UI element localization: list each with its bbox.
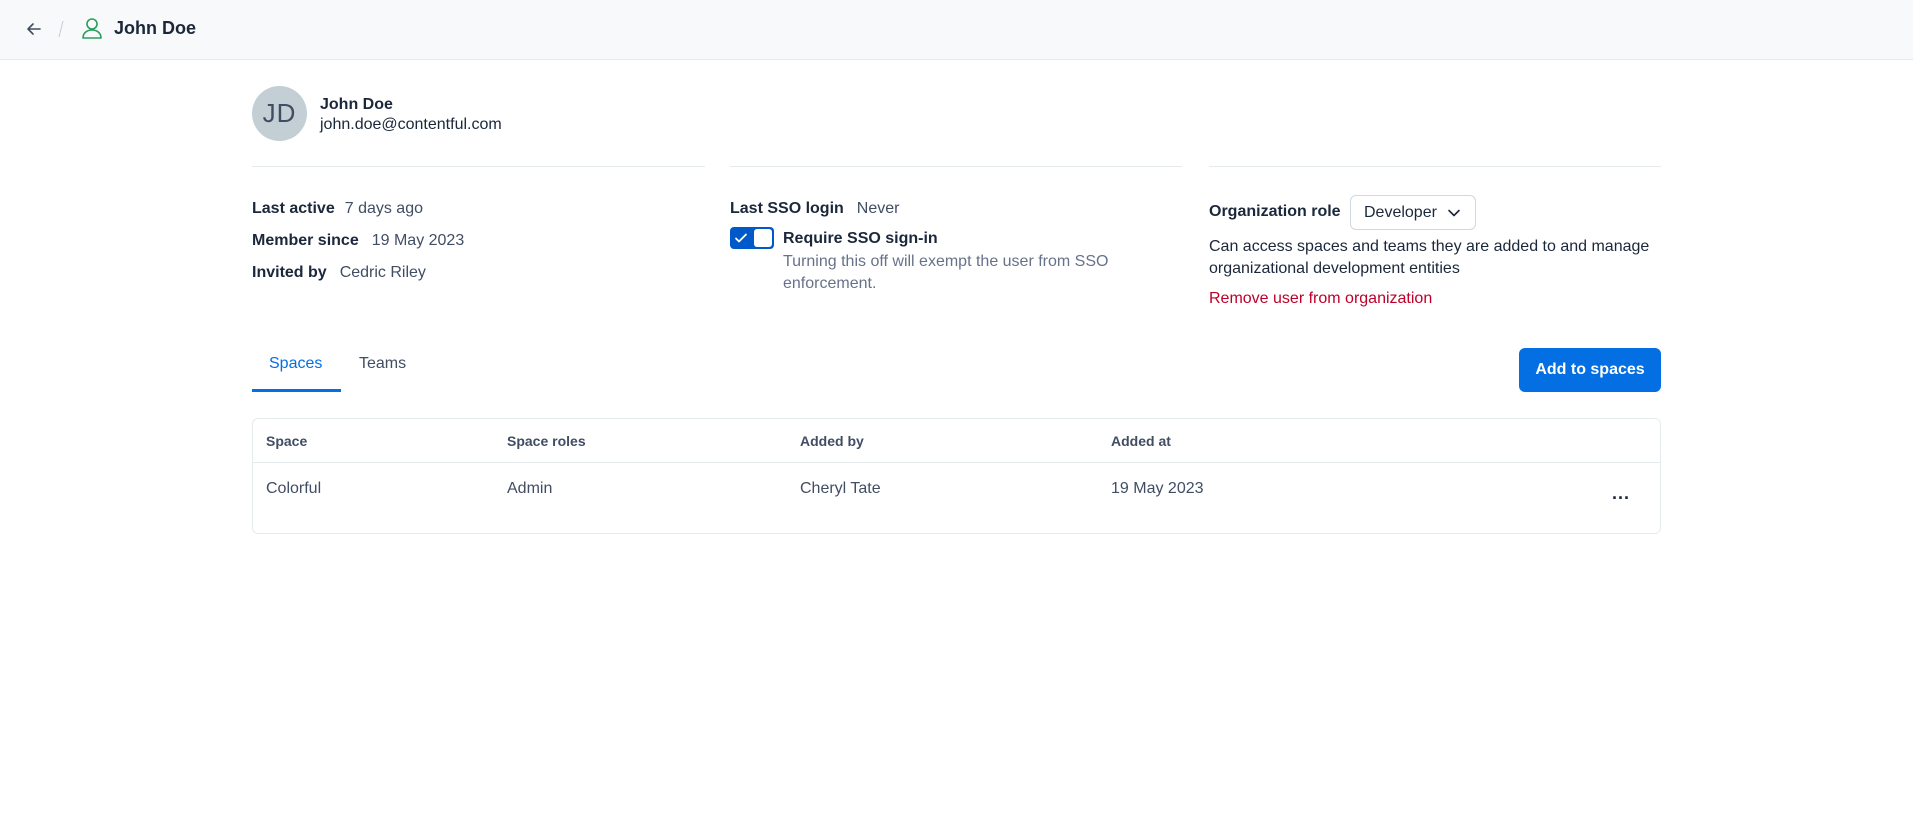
cell-space-role: Admin (507, 480, 553, 497)
last-sso-login-row: Last SSO login Never (730, 199, 899, 219)
add-to-spaces-button[interactable]: Add to spaces (1519, 348, 1661, 392)
invited-by-value: Cedric Riley (339, 264, 426, 281)
row-actions-button[interactable]: ... (1607, 483, 1635, 507)
avatar: JD (252, 86, 307, 141)
section-divider (730, 166, 1182, 167)
tab-spaces[interactable]: Spaces (269, 354, 322, 374)
last-active-row: Last active 7 days ago (252, 199, 423, 219)
profile-email: john.doe@contentful.com (320, 116, 502, 133)
remove-user-link[interactable]: Remove user from organization (1209, 289, 1432, 309)
organization-role-value: Developer (1364, 203, 1437, 221)
tab-teams[interactable]: Teams (359, 354, 406, 374)
active-tab-indicator (252, 389, 341, 392)
require-sso-help: Turning this off will exempt the user fr… (783, 253, 1109, 292)
last-active-label: Last active (252, 200, 335, 217)
cell-added-by: Cheryl Tate (800, 480, 881, 497)
chevron-down-icon (1448, 209, 1460, 217)
organization-role-select[interactable]: Developer (1350, 195, 1476, 230)
organization-role-description: Can access spaces and teams they are add… (1209, 238, 1650, 277)
require-sso-label: Require SSO sign-in (783, 230, 938, 247)
back-button[interactable] (22, 17, 46, 41)
last-sso-login-value: Never (856, 200, 900, 217)
column-header-space: Space (266, 433, 308, 449)
column-header-added-at: Added at (1111, 433, 1171, 449)
column-header-added-by: Added by (800, 433, 864, 449)
toggle-knob (754, 229, 772, 247)
invited-by-label: Invited by (252, 264, 327, 281)
cell-added-at: 19 May 2023 (1111, 480, 1204, 497)
member-since-value: 19 May 2023 (371, 232, 465, 249)
section-divider (1209, 166, 1661, 167)
member-since-label: Member since (252, 232, 359, 249)
profile-name: John Doe (320, 96, 393, 113)
breadcrumb-separator (58, 20, 64, 38)
member-since-row: Member since 19 May 2023 (252, 231, 464, 251)
more-horizontal-icon: ... (1611, 483, 1630, 503)
require-sso-toggle[interactable] (730, 227, 774, 249)
top-bar: John Doe (0, 0, 1913, 60)
arrow-left-icon (27, 23, 41, 35)
user-icon (82, 18, 102, 39)
spaces-table: Space Space roles Added by Added at Colo… (252, 418, 1661, 534)
last-sso-login-label: Last SSO login (730, 200, 844, 217)
invited-by-row: Invited by Cedric Riley (252, 263, 426, 283)
last-active-value: 7 days ago (344, 200, 423, 217)
column-header-space-roles: Space roles (507, 433, 586, 449)
section-divider (252, 166, 705, 167)
table-header: Space Space roles Added by Added at (253, 419, 1660, 463)
organization-role-label: Organization role (1209, 203, 1341, 220)
cell-space: Colorful (266, 480, 322, 497)
page-title: John Doe (114, 18, 197, 38)
check-icon (735, 233, 747, 243)
